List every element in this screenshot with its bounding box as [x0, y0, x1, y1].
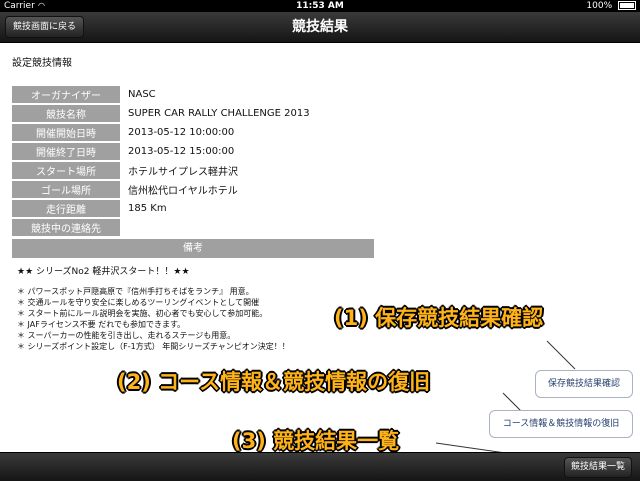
table-row: オーガナイザー NASC: [12, 86, 310, 103]
info-value: 信州松代ロイヤルホテル: [128, 186, 238, 197]
competition-info-table: オーガナイザー NASC 競技名称 SUPER CAR RALLY CHALLENG…: [12, 84, 310, 238]
info-label: 走行距離: [12, 200, 120, 217]
info-value: 185 Km: [128, 203, 167, 214]
info-label: 競技名称: [12, 105, 120, 122]
info-value: NASC: [128, 89, 156, 100]
saved-results-button[interactable]: 保存競技結果確認: [535, 370, 633, 398]
info-label: スタート場所: [12, 162, 120, 179]
remarks-list: ＊ パワースポット戸隠高原で『信州手打ちそばをランチ』 用意。 ＊ 交通ルールを…: [17, 286, 290, 352]
restore-course-info-button[interactable]: コース情報＆競技情報の復旧: [489, 410, 633, 438]
remarks-header: 備考: [12, 239, 374, 258]
info-value: 2013-05-12 10:00:00: [128, 127, 235, 138]
table-row: スタート場所 ホテルサイプレス軽井沢: [12, 162, 310, 179]
info-value: [120, 219, 310, 236]
info-label: 競技中の連絡先: [12, 219, 120, 236]
status-time: 11:53 AM: [296, 1, 344, 11]
results-list-button[interactable]: 競技結果一覧: [563, 457, 632, 478]
info-label: ゴール場所: [12, 181, 120, 198]
info-label: 開催終了日時: [12, 143, 120, 160]
battery-status: 100%: [586, 0, 636, 12]
section-title: 設定競技情報: [12, 58, 72, 69]
info-label: 開催開始日時: [12, 124, 120, 141]
info-value: SUPER CAR RALLY CHALLENGE 2013: [128, 108, 310, 119]
callout-results-list: (3) 競技結果一覧: [232, 429, 400, 453]
arrow-line-1: [545, 339, 577, 371]
table-row: 競技中の連絡先: [12, 219, 310, 236]
battery-percent: 100%: [586, 1, 613, 11]
table-row: 走行距離 185 Km: [12, 200, 310, 217]
list-item: ＊ スーパーカーの性能を引き出し、走れるステージも用意。: [17, 331, 236, 340]
list-item: ＊ スタート前にルール説明会を実施、初心者でも安心して参加可能。: [17, 309, 268, 318]
list-item: ＊ パワースポット戸隠高原で『信州手打ちそばをランチ』 用意。: [17, 287, 254, 296]
table-row: 開催終了日時 2013-05-12 15:00:00: [12, 143, 310, 160]
callout-restore: (2) コース情報＆競技情報の復旧: [117, 370, 431, 394]
arrow-line-1-shadow: [546, 340, 576, 370]
table-row: 開催開始日時 2013-05-12 10:00:00: [12, 124, 310, 141]
info-value: 2013-05-12 15:00:00: [128, 146, 235, 157]
table-row: ゴール場所 信州松代ロイヤルホテル: [12, 181, 310, 198]
info-value: ホテルサイプレス軽井沢: [128, 167, 238, 178]
navigation-bar: 競技画面に戻る 競技結果: [0, 12, 640, 43]
callout-saved-results: (1) 保存競技結果確認: [334, 306, 544, 330]
list-item: ＊ JAFライセンス不要 だれでも参加できます。: [17, 320, 186, 329]
table-row: 競技名称 SUPER CAR RALLY CHALLENGE 2013: [12, 105, 310, 122]
status-bar: Carrier ◠ 11:53 AM 100%: [0, 0, 640, 12]
list-item: ＊ 交通ルールを守り安全に楽しめるツーリングイベントとして開催: [17, 298, 260, 307]
list-item: ＊ シリーズポイント設定し（F-1方式） 年間シリーズチャンピオン決定！！: [17, 342, 290, 351]
bottom-toolbar: 競技結果一覧: [0, 452, 640, 481]
battery-icon: [618, 1, 636, 10]
remarks-title: ★★ シリーズNo2 軽井沢スタート！！★★: [17, 267, 190, 277]
info-label: オーガナイザー: [12, 86, 120, 103]
page-title: 競技結果: [292, 19, 348, 35]
